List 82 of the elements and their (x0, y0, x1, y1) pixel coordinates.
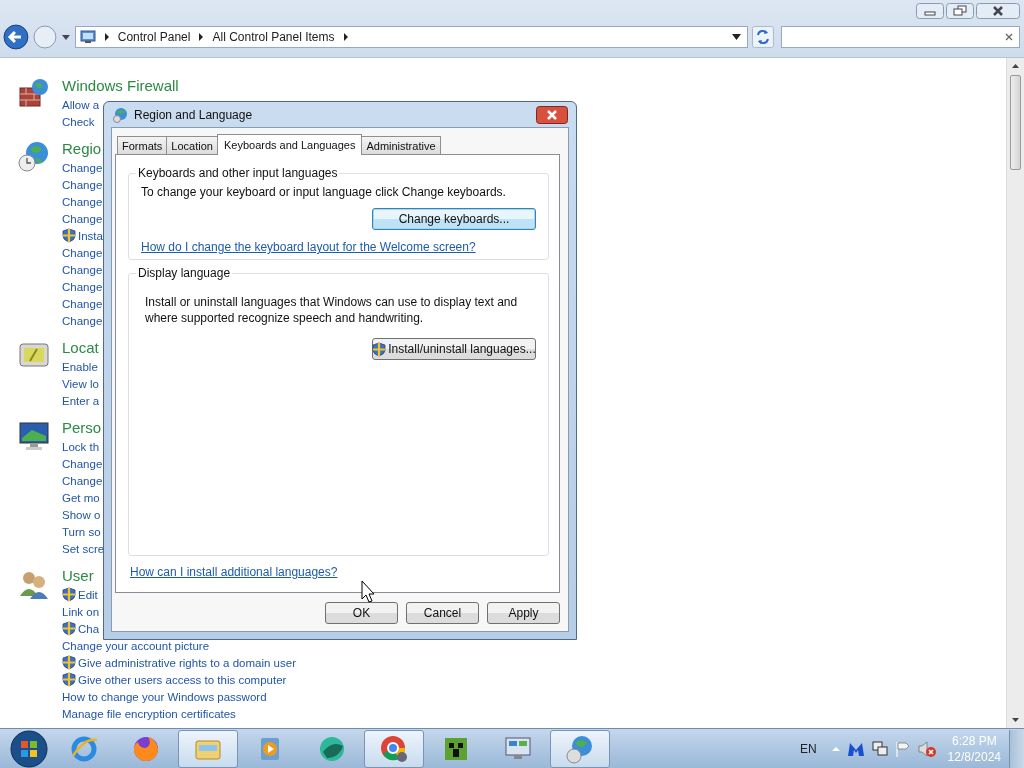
task-link[interactable]: Link on (62, 605, 100, 618)
tab[interactable]: Administrative (361, 136, 441, 154)
task-link[interactable]: Allow a (62, 98, 100, 111)
task-link[interactable]: Edit (78, 588, 98, 601)
dialog-button[interactable]: Apply (487, 602, 560, 624)
task-link[interactable]: Change (62, 263, 103, 276)
tab[interactable]: Keyboards and Languages (216, 134, 363, 155)
task-link[interactable]: Change (62, 474, 103, 487)
globe-clock-icon (18, 141, 50, 173)
clear-icon[interactable] (1005, 33, 1013, 41)
browser-icon (379, 733, 409, 764)
chevron-icon[interactable] (103, 33, 110, 41)
group-description: To change your keyboard or input language click Change keyboards. (141, 184, 507, 200)
action-button[interactable]: Change keyboards... (372, 208, 536, 230)
dialog-title: Region and Language (134, 107, 253, 122)
tab[interactable]: Location (166, 136, 218, 154)
help-link[interactable]: How do I change the keyboard layout for the Welcome screen? (141, 240, 476, 254)
task-link[interactable]: Change (62, 212, 103, 225)
scroll-thumb[interactable] (1010, 75, 1021, 170)
group-description: Install or uninstall languages that Windows can use to display text and where supported recognize speech and handwriting. (144, 294, 519, 326)
task-link[interactable]: Check (62, 115, 95, 128)
task-link[interactable]: Give other users access to this computer (78, 673, 287, 686)
category-title[interactable]: Regio (62, 139, 103, 159)
group-label: Display language (137, 266, 232, 280)
clock-date: 12/8/2024 (947, 748, 1001, 765)
task-link[interactable]: View lo (62, 377, 99, 390)
dialog-button[interactable]: Cancel (406, 602, 479, 624)
dialog-button[interactable]: OK (325, 602, 398, 624)
group-label: Keyboards and other input languages (137, 166, 339, 180)
language-indicator[interactable]: EN (799, 741, 817, 756)
shield-icon (372, 341, 387, 357)
task-link[interactable]: Change (62, 280, 103, 293)
category-title[interactable]: Locat (62, 338, 100, 358)
task-link[interactable]: Give administrative rights to a domain user (78, 656, 296, 669)
history-dropdown-icon[interactable] (60, 33, 71, 41)
breadcrumb-item[interactable]: All Control Panel Items (212, 30, 335, 44)
help-link[interactable]: How can I install additional languages? (130, 565, 338, 579)
task-link[interactable]: Change (62, 314, 103, 327)
task-link[interactable]: Set scre (62, 542, 105, 555)
restore-icon[interactable] (946, 3, 974, 19)
task-link[interactable]: Change (62, 246, 103, 259)
task-link[interactable]: Turn so (62, 525, 101, 538)
task-link[interactable]: Change (62, 178, 103, 191)
computer-icon (79, 30, 96, 44)
scrollbar[interactable] (1006, 58, 1024, 728)
task-link[interactable]: How to change your Windows password (62, 690, 267, 703)
task-link[interactable]: Insta (78, 229, 103, 242)
firewall-icon (18, 78, 50, 110)
minimize-icon[interactable] (916, 3, 944, 19)
clock-time: 6:28 PM (951, 732, 997, 749)
task-link[interactable]: Change your account picture (62, 639, 210, 652)
category-title[interactable]: Perso (62, 418, 105, 438)
close-icon[interactable] (976, 3, 1020, 19)
task-link[interactable]: Show o (62, 508, 101, 521)
refresh-icon[interactable] (752, 26, 774, 48)
task-link[interactable]: Change (62, 297, 103, 310)
back-icon[interactable] (3, 24, 29, 50)
globe-icon (112, 106, 128, 123)
monitor-icon (18, 420, 50, 452)
task-link[interactable]: Change (62, 161, 103, 174)
chevron-icon[interactable] (342, 33, 349, 41)
tab[interactable]: Formats (117, 136, 168, 154)
start-button[interactable] (9, 728, 49, 768)
task-link[interactable]: Change (62, 195, 103, 208)
task-link[interactable]: Enable (62, 360, 98, 373)
task-link[interactable]: Get mo (62, 491, 100, 504)
task-link[interactable]: Cha (78, 622, 100, 635)
network-icon[interactable] (870, 739, 889, 758)
globe-icon (565, 733, 595, 764)
task-link[interactable]: Lock th (62, 440, 100, 453)
task-link[interactable]: Manage file encryption certificates (62, 707, 236, 720)
task-link[interactable]: Change (62, 457, 103, 470)
chevron-icon[interactable] (198, 33, 205, 41)
task-link[interactable]: Enter a (62, 394, 100, 407)
volume-muted-icon[interactable] (916, 739, 937, 758)
category-title[interactable]: Windows Firewall (62, 76, 179, 96)
close-icon[interactable] (536, 105, 568, 124)
address-bar[interactable]: Control Panel All Control Panel Items (74, 26, 748, 48)
action-button[interactable]: Install/uninstall languages... (372, 338, 536, 360)
dropdown-icon[interactable] (732, 34, 741, 40)
breadcrumb-item[interactable]: Control Panel (117, 30, 191, 44)
search-field[interactable] (780, 26, 1020, 48)
